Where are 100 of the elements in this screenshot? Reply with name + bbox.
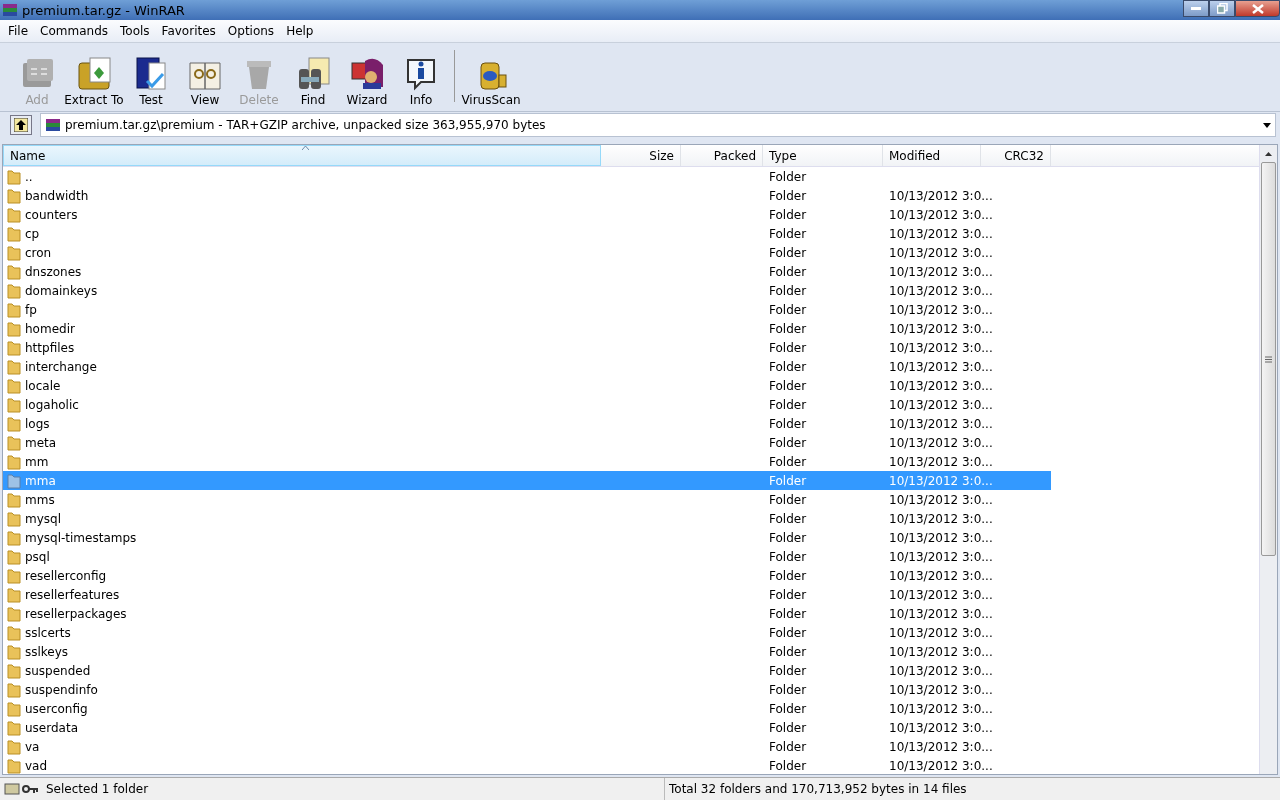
file-row[interactable]: fp Folder 10/13/2012 3:0... [3, 300, 1051, 319]
modified-date: 10/13/2012 3:0... [889, 188, 993, 203]
file-row[interactable]: resellerconfig Folder 10/13/2012 3:0... [3, 566, 1051, 585]
close-button[interactable] [1235, 0, 1280, 17]
folder-icon [7, 453, 21, 470]
file-row[interactable]: locale Folder 10/13/2012 3:0... [3, 376, 1051, 395]
toolbar-button[interactable]: Wizard [340, 55, 394, 107]
modified-date: 10/13/2012 3:0... [889, 701, 993, 716]
menu-item[interactable]: Commands [34, 24, 115, 38]
file-name: cron [25, 245, 52, 260]
folder-icon [7, 738, 21, 755]
file-type: Folder [769, 720, 807, 735]
file-row[interactable]: httpfiles Folder 10/13/2012 3:0... [3, 338, 1051, 357]
file-row[interactable]: mm Folder 10/13/2012 3:0... [3, 452, 1051, 471]
file-row[interactable]: logaholic Folder 10/13/2012 3:0... [3, 395, 1051, 414]
file-row[interactable]: mysql Folder 10/13/2012 3:0... [3, 509, 1051, 528]
dropdown-caret-icon[interactable] [1263, 122, 1271, 128]
archive-books-icon [45, 117, 61, 133]
file-name: logs [25, 416, 50, 431]
file-name: logaholic [25, 397, 79, 412]
file-name: fp [25, 302, 37, 317]
file-type: Folder [769, 435, 807, 450]
file-name: mysql-timestamps [25, 530, 137, 545]
path-field[interactable]: premium.tar.gz\premium - TAR+GZIP archive, unpacked size 363,955,970 bytes [40, 113, 1276, 137]
file-row[interactable]: userconfig Folder 10/13/2012 3:0... [3, 699, 1051, 718]
toolbar-button[interactable]: Extract To [64, 55, 124, 107]
file-type: Folder [769, 416, 807, 431]
menu-item[interactable]: Favorites [155, 24, 222, 38]
file-row[interactable]: resellerfeatures Folder 10/13/2012 3:0... [3, 585, 1051, 604]
file-row[interactable]: vad Folder 10/13/2012 3:0... [3, 756, 1051, 775]
file-type: Folder [769, 340, 807, 355]
file-name: bandwidth [25, 188, 89, 203]
column-header[interactable]: Name [3, 145, 601, 166]
modified-date: 10/13/2012 3:0... [889, 663, 993, 678]
file-row[interactable]: logs Folder 10/13/2012 3:0... [3, 414, 1051, 433]
menu-item[interactable]: File [2, 24, 35, 38]
toolbar-button[interactable]: VirusScan [461, 55, 521, 107]
file-type: Folder [769, 245, 807, 260]
file-row[interactable]: va Folder 10/13/2012 3:0... [3, 737, 1051, 756]
file-type: Folder [769, 359, 807, 374]
file-name: .. [25, 169, 33, 184]
minimize-button[interactable] [1183, 0, 1209, 17]
restore-button[interactable] [1209, 0, 1235, 17]
file-type: Folder [769, 321, 807, 336]
file-name: suspendinfo [25, 682, 98, 697]
file-row[interactable]: dnszones Folder 10/13/2012 3:0... [3, 262, 1051, 281]
modified-date: 10/13/2012 3:0... [889, 245, 993, 260]
file-row[interactable]: counters Folder 10/13/2012 3:0... [3, 205, 1051, 224]
toolbar-button[interactable]: Test [124, 55, 178, 107]
file-row[interactable]: userdata Folder 10/13/2012 3:0... [3, 718, 1051, 737]
column-header[interactable]: Size [601, 145, 681, 166]
folder-icon [7, 225, 21, 242]
folder-icon [7, 510, 21, 527]
file-row[interactable]: mms Folder 10/13/2012 3:0... [3, 490, 1051, 509]
file-name: sslcerts [25, 625, 71, 640]
file-name: mysql [25, 511, 61, 526]
file-row[interactable]: sslcerts Folder 10/13/2012 3:0... [3, 623, 1051, 642]
modified-date: 10/13/2012 3:0... [889, 587, 993, 602]
scroll-up-arrow-icon[interactable] [1265, 151, 1272, 156]
file-row[interactable]: mysql-timestamps Folder 10/13/2012 3:0... [3, 528, 1051, 547]
toolbar-button[interactable]: Find [286, 55, 340, 107]
menu-item[interactable]: Help [280, 24, 320, 38]
modified-date: 10/13/2012 3:0... [889, 492, 993, 507]
file-row[interactable]: interchange Folder 10/13/2012 3:0... [3, 357, 1051, 376]
file-row[interactable]: homedir Folder 10/13/2012 3:0... [3, 319, 1051, 338]
scroll-thumb[interactable] [1261, 162, 1276, 556]
toolbar-button[interactable]: View [178, 55, 232, 107]
menu-item[interactable]: Tools [114, 24, 156, 38]
column-header[interactable]: Type [763, 145, 883, 166]
file-type: Folder [769, 397, 807, 412]
file-row[interactable]: domainkeys Folder 10/13/2012 3:0... [3, 281, 1051, 300]
file-row[interactable]: resellerpackages Folder 10/13/2012 3:0... [3, 604, 1051, 623]
file-row[interactable]: .. Folder [3, 167, 1051, 186]
column-header[interactable]: Packed [681, 145, 763, 166]
folder-icon [7, 491, 21, 508]
file-row[interactable]: meta Folder 10/13/2012 3:0... [3, 433, 1051, 452]
modified-date: 10/13/2012 3:0... [889, 340, 993, 355]
file-type: Folder [769, 264, 807, 279]
file-row[interactable]: suspendinfo Folder 10/13/2012 3:0... [3, 680, 1051, 699]
file-name: cp [25, 226, 40, 241]
modified-date: 10/13/2012 3:0... [889, 473, 993, 488]
file-type: Folder [769, 473, 807, 488]
column-header[interactable]: Modified [883, 145, 981, 166]
scrollbar[interactable] [1259, 145, 1277, 774]
file-name: sslkeys [25, 644, 69, 659]
file-name: resellerconfig [25, 568, 107, 583]
file-row[interactable]: sslkeys Folder 10/13/2012 3:0... [3, 642, 1051, 661]
folder-icon [7, 187, 21, 204]
file-row[interactable]: suspended Folder 10/13/2012 3:0... [3, 661, 1051, 680]
toolbar-button[interactable]: Info [394, 55, 448, 107]
menu-item[interactable]: Options [221, 24, 281, 38]
file-row[interactable]: cp Folder 10/13/2012 3:0... [3, 224, 1051, 243]
file-row[interactable]: psql Folder 10/13/2012 3:0... [3, 547, 1051, 566]
close-icon [1251, 3, 1264, 14]
column-header[interactable]: CRC32 [981, 145, 1051, 166]
file-row[interactable]: bandwidth Folder 10/13/2012 3:0... [3, 186, 1051, 205]
file-row[interactable]: cron Folder 10/13/2012 3:0... [3, 243, 1051, 262]
file-type: Folder [769, 207, 807, 222]
up-folder-button[interactable] [10, 115, 32, 135]
file-name: vad [25, 758, 48, 773]
